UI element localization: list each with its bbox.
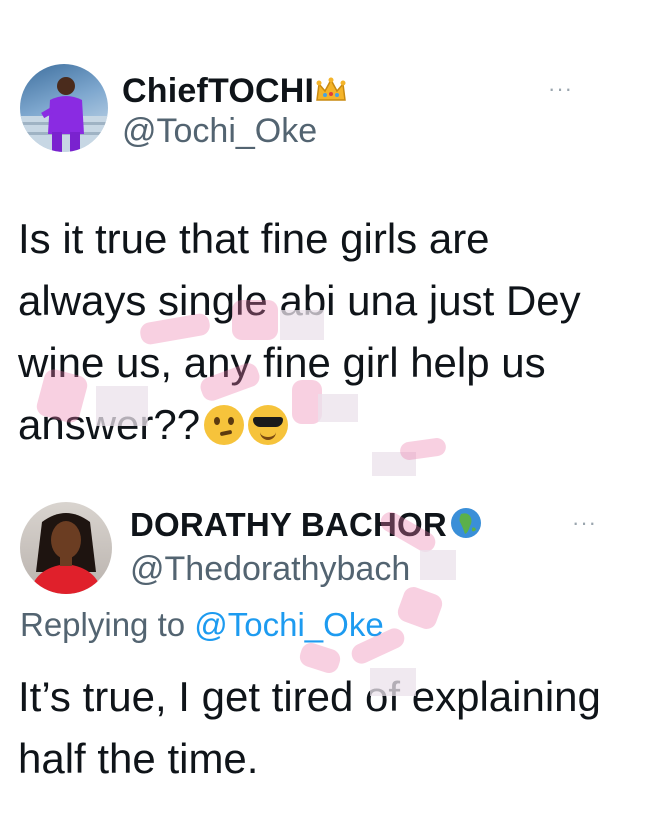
tweet-original: ChiefTOCHI @Tochi_Oke ··· Is it true tha…: [0, 0, 668, 480]
watermark-smudge: [395, 584, 445, 632]
crown-icon: [316, 77, 347, 101]
display-name-text: ChiefTOCHI: [122, 72, 315, 110]
tweet-text: It’s true, I get tired of explaining hal…: [18, 673, 601, 782]
avatar-image: [30, 513, 102, 594]
avatar-image: [20, 77, 108, 152]
more-options-icon[interactable]: ···: [548, 76, 573, 102]
avatar[interactable]: [20, 64, 108, 152]
replying-to-mention-link[interactable]: @Tochi_Oke: [194, 606, 383, 643]
watermark-pixel: [420, 550, 456, 580]
more-options-icon[interactable]: ···: [572, 510, 597, 536]
user-handle[interactable]: @Thedorathybach: [130, 550, 460, 589]
tweet-reply: DORATHY BACHOR @Thedorathybach ··· Reply…: [0, 480, 668, 836]
avatar[interactable]: [20, 502, 112, 594]
sunglasses-face-icon: [248, 405, 289, 445]
replying-to-prefix: Replying to: [20, 606, 195, 643]
user-handle[interactable]: @Tochi_Oke: [122, 112, 317, 151]
display-name[interactable]: ChiefTOCHI: [122, 72, 348, 111]
watermark-smudge: [232, 300, 278, 340]
replying-to: Replying to @Tochi_Oke: [20, 606, 384, 644]
globe-icon: [450, 508, 481, 538]
thinking-face-icon: [204, 405, 245, 445]
watermark-pixel: [96, 386, 148, 426]
watermark-pixel: [280, 310, 324, 340]
watermark-pixel: [370, 668, 416, 696]
watermark-pixel: [318, 394, 358, 422]
